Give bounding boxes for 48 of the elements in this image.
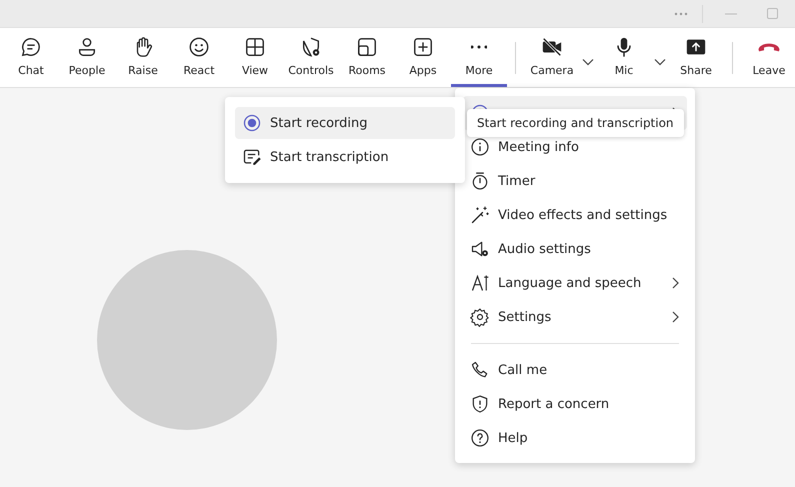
magic-wand-icon: [470, 205, 490, 225]
speaker-gear-icon: [470, 239, 490, 259]
person-icon: [76, 36, 98, 58]
toolbar-button[interactable]: People: [59, 28, 115, 87]
phone-hangup-icon: [758, 42, 780, 52]
menu-item[interactable]: Video effects and settings: [463, 198, 687, 232]
toolbar-button[interactable]: Rooms: [339, 28, 395, 87]
toolbar-button[interactable]: Mic: [596, 28, 652, 87]
menu-item[interactable]: Start transcription: [235, 141, 455, 173]
toolbar-button[interactable]: Share: [668, 28, 724, 87]
leave-button[interactable]: Leave: [741, 28, 795, 87]
menu-item[interactable]: Settings: [463, 300, 687, 334]
menu-item[interactable]: Report a concern: [463, 387, 687, 421]
menu-item[interactable]: Timer: [463, 164, 687, 198]
chevron-down-icon[interactable]: [582, 58, 594, 66]
toolbar-button[interactable]: Chat: [3, 28, 59, 87]
shield-alert-icon: [470, 394, 490, 414]
more-icon: [471, 45, 487, 49]
info-icon: [470, 137, 490, 157]
chevron-down-icon[interactable]: [654, 58, 666, 66]
document-pencil-icon: [242, 147, 262, 167]
menu-item[interactable]: Language and speech: [463, 266, 687, 300]
minimize-icon[interactable]: [725, 12, 737, 14]
grid-icon: [244, 36, 266, 58]
menu-item[interactable]: Start recording: [235, 107, 455, 139]
menu-item[interactable]: Audio settings: [463, 232, 687, 266]
menu-item[interactable]: Help: [463, 421, 687, 455]
squares-icon: [356, 36, 378, 58]
phone-icon: [470, 360, 490, 380]
toolbar-button[interactable]: View: [227, 28, 283, 87]
toolbar-button[interactable]: Camera: [524, 28, 580, 87]
settings-icon: [470, 307, 490, 327]
toolbar-button[interactable]: Raise: [115, 28, 171, 87]
maximize-icon[interactable]: [767, 8, 778, 19]
text-size-icon: [470, 273, 490, 293]
toolbar-button[interactable]: Apps: [395, 28, 451, 87]
more-icon[interactable]: [674, 12, 688, 16]
toolbar-button[interactable]: Controls: [283, 28, 339, 87]
speech-bubble-icon: [20, 36, 42, 58]
help-icon: [470, 428, 490, 448]
plus-square-icon: [412, 36, 434, 58]
smiley-icon: [188, 36, 210, 58]
stopwatch-icon: [470, 171, 490, 191]
menu-item[interactable]: Call me: [463, 353, 687, 387]
radio-icon: [242, 113, 262, 133]
tooltip: Start recording and transcription: [467, 109, 684, 137]
toolbar-button[interactable]: React: [171, 28, 227, 87]
camera-off-icon: [541, 36, 563, 58]
